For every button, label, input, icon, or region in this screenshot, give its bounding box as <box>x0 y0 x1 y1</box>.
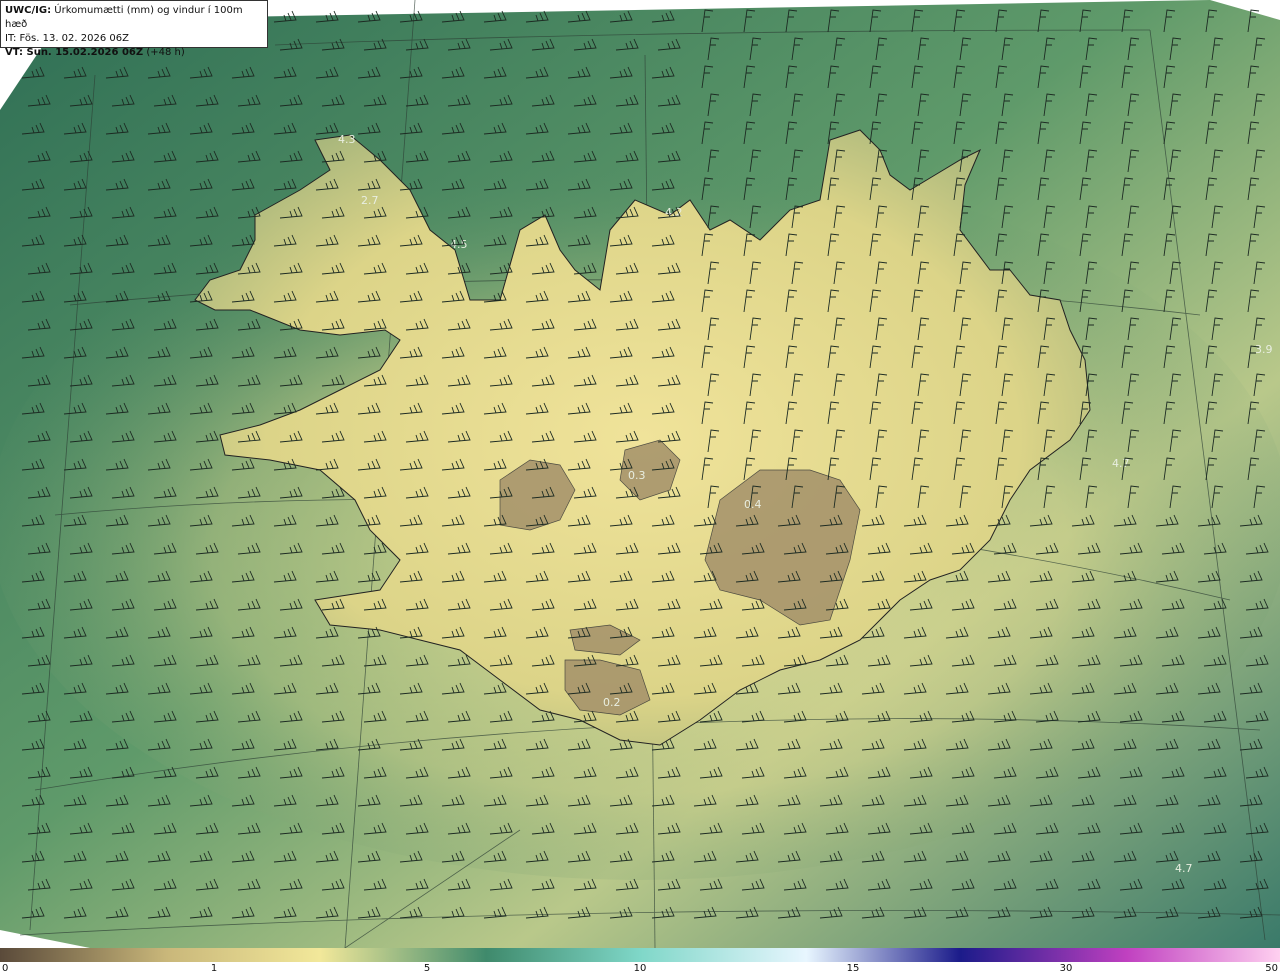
map-value-label: 2.7 <box>361 194 379 207</box>
colorbar-tick: 0 <box>2 963 9 974</box>
colorbar-tick: 10 <box>633 963 647 974</box>
colorbar-tick: 5 <box>423 963 431 974</box>
model-name: UWC/IG: <box>5 5 52 16</box>
colorbar: 0 1 5 10 15 30 50 <box>0 948 1280 978</box>
colorbar-tick: 1 <box>210 963 218 974</box>
colorbar-strip <box>0 948 1280 962</box>
map-value-label: 0.4 <box>744 498 762 511</box>
colorbar-tick: 50 <box>1265 963 1278 974</box>
map-value-label: 0.2 <box>603 696 621 709</box>
map-value-label: 0.3 <box>628 469 646 482</box>
map-info-box: UWC/IG: Úrkomumætti (mm) og vindur í 100… <box>0 0 268 58</box>
colorbar-tick: 30 <box>1059 963 1073 974</box>
lead-time: (+48 h) <box>146 47 185 58</box>
init-time: IT: Fös. 13. 02. 2026 06Z <box>5 33 129 44</box>
valid-time: VT: Sun. 15.02.2026 06Z <box>5 47 144 58</box>
map-value-label: 3.9 <box>1255 343 1273 356</box>
map-value-label: 4.3 <box>338 133 356 146</box>
colorbar-tick: 15 <box>846 963 860 974</box>
forecast-map: 4.3 2.7 4.5 4.2 3.9 4.7 0.3 0.4 0.2 4.7 <box>0 0 1280 948</box>
map-value-label: 4.7 <box>1112 457 1130 470</box>
map-value-label: 4.7 <box>1175 862 1193 875</box>
